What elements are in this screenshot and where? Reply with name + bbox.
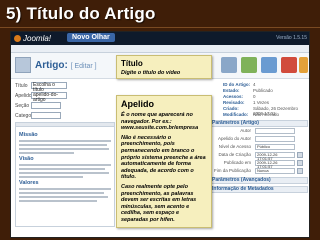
- preview-button[interactable]: [221, 57, 237, 73]
- article-form: Título Escolha o título Apelido apelido-…: [15, 82, 115, 237]
- param-input[interactable]: [255, 128, 295, 134]
- param-input[interactable]: [255, 136, 295, 142]
- article-editor[interactable]: Missão Visão Valores: [15, 127, 115, 227]
- title-callout-text: Digite o título do vídeo: [121, 70, 181, 76]
- param-label: Apelido do Autor: [217, 136, 251, 141]
- article-details: ID do Artigo: 4 Estado: Publicado Acessos:…: [209, 82, 308, 237]
- alias-callout: Apelido É o nome que aparecerá no navega…: [116, 95, 212, 228]
- alias-callout-p2: Não é necessário o preenchimento, pois p…: [121, 134, 206, 181]
- article-icon: [15, 57, 31, 73]
- params-advanced-header[interactable]: Parâmetros (Avançados): [209, 177, 308, 184]
- page-title: Artigo: [ Editar ]: [35, 60, 97, 71]
- info-value: Não Alterado: [253, 112, 280, 117]
- title-divider: [0, 27, 320, 28]
- info-value: Publicado: [253, 88, 273, 93]
- alias-callout-p1: É o nome que aparecerá no navegador. Por…: [121, 112, 199, 132]
- title-label: Título: [15, 83, 28, 89]
- info-value: 4: [253, 82, 256, 87]
- param-label: Nível de Acesso: [218, 144, 251, 149]
- editor-heading-3: Valores: [19, 180, 39, 186]
- param-input[interactable]: Nunca: [255, 168, 295, 174]
- editor-heading-2: Visão: [19, 156, 34, 162]
- info-key: Estado:: [223, 88, 240, 93]
- params-article-header[interactable]: Parâmetros (Artigo): [209, 120, 308, 127]
- category-select[interactable]: [31, 112, 61, 119]
- calendar-icon[interactable]: [297, 152, 303, 158]
- param-label: Autor: [240, 128, 251, 133]
- param-label: Data de Criação: [218, 152, 251, 157]
- calendar-icon[interactable]: [297, 168, 303, 174]
- alias-input[interactable]: apelido-do-artigo: [31, 92, 67, 103]
- close-button[interactable]: [281, 57, 297, 73]
- calendar-icon[interactable]: [297, 160, 303, 166]
- info-value: 0: [253, 94, 256, 99]
- param-label: Publicado em: [223, 160, 251, 165]
- param-input[interactable]: Público: [255, 144, 295, 150]
- title-input[interactable]: Escolha o título: [31, 82, 67, 93]
- param-label: Fim da Publicação: [213, 168, 251, 173]
- version-label: Versão 1.5.15: [276, 35, 307, 41]
- save-button[interactable]: [241, 57, 257, 73]
- admin-header: Joomla! Novo Olhar Versão 1.5.15: [11, 32, 309, 45]
- metadata-header[interactable]: Informação de Metadados: [209, 186, 308, 193]
- param-input[interactable]: 2009-12-26 17:01:57: [255, 152, 295, 161]
- info-key: Acessos:: [223, 94, 244, 99]
- alias-callout-p3: Caso realmente opte pelo preenchimento, …: [121, 183, 197, 223]
- alias-label: Apelido: [15, 93, 32, 99]
- section-select[interactable]: [31, 102, 61, 109]
- slide-title: 5) Título do Artigo: [6, 4, 156, 23]
- param-input[interactable]: 2009-12-26 17:01:57: [255, 160, 295, 169]
- editor-heading-1: Missão: [19, 132, 38, 138]
- admin-menu-bar[interactable]: [11, 45, 309, 58]
- title-callout-heading: Título: [121, 59, 143, 68]
- info-key: Revisado:: [223, 100, 245, 105]
- title-callout: Título Digite o título do vídeo: [116, 55, 212, 79]
- section-label: Seção: [15, 103, 30, 109]
- site-name: Novo Olhar: [67, 33, 115, 42]
- help-button[interactable]: [299, 57, 308, 73]
- alias-callout-heading: Apelido: [121, 99, 154, 109]
- joomla-logo: Joomla!: [14, 34, 51, 43]
- info-value: 1 Vezes: [253, 100, 270, 105]
- info-key: ID do Artigo:: [223, 82, 251, 87]
- info-key: Modificado:: [223, 112, 249, 117]
- apply-button[interactable]: [261, 57, 277, 73]
- info-key: Criado:: [223, 106, 239, 111]
- joomla-logo-icon: [14, 35, 21, 42]
